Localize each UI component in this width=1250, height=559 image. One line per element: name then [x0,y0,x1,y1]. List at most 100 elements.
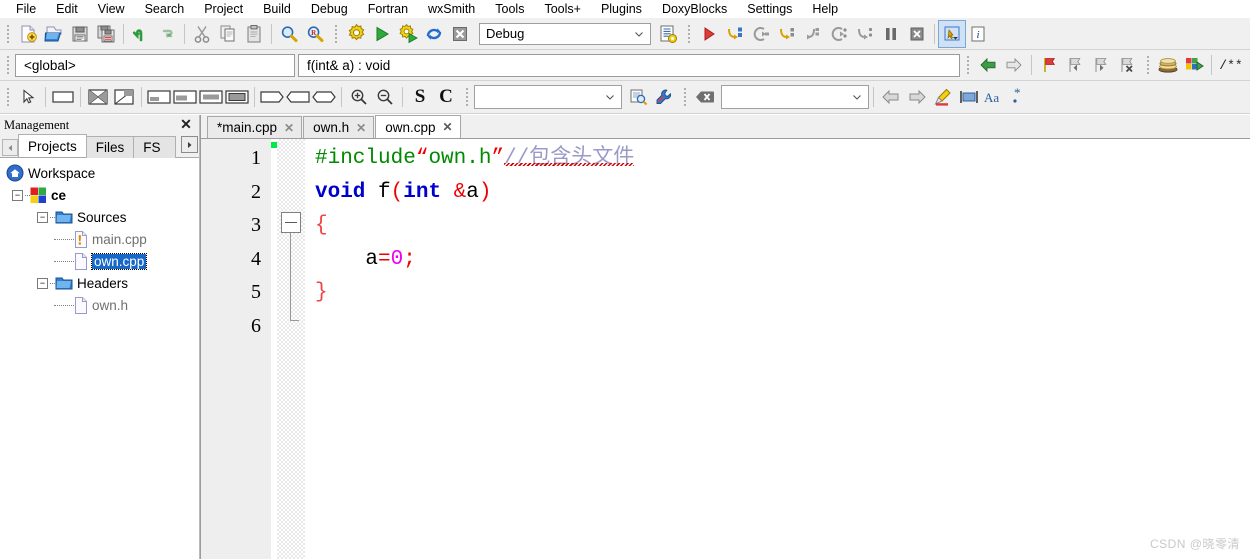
next-line-icon[interactable] [748,21,774,47]
tab-projects[interactable]: Projects [18,134,87,157]
pointer-icon[interactable] [15,84,41,110]
project-tree[interactable]: Workspace − ce − Sources main.cpp own.cp… [0,158,199,559]
code-completion-combo[interactable] [474,85,622,109]
menu-wxsmith[interactable]: wxSmith [418,0,485,18]
editor-tab-own-h[interactable]: own.h ✕ [303,116,375,138]
expander-minus-icon[interactable]: − [37,211,48,223]
close-icon[interactable]: ✕ [443,120,453,134]
next-bookmark-icon[interactable] [1088,52,1114,78]
tree-item-workspace[interactable]: Workspace [2,162,199,184]
expander-minus-icon[interactable]: − [37,277,48,289]
code-text[interactable]: #include“own.h”//包含头文件 void f(int &a){ a=… [305,139,1250,559]
browse-back-icon[interactable] [975,52,1001,78]
editor-tab-main-cpp[interactable]: *main.cpp ✕ [207,116,303,138]
align-fill-icon[interactable] [224,84,250,110]
run-to-cursor-icon[interactable] [722,21,748,47]
toolbar-grip[interactable] [963,54,972,76]
fold-collapse-icon[interactable] [281,212,301,233]
step-out-icon[interactable] [800,21,826,47]
menu-file[interactable]: File [6,0,46,18]
toolbar-grip[interactable] [680,86,689,108]
editor-tab-own-cpp[interactable]: own.cpp ✕ [375,115,461,138]
split-layout-icon[interactable] [85,84,111,110]
debugging-windows-icon[interactable] [938,19,966,48]
tab-fs[interactable]: FS [133,136,176,158]
tree-item-file-own-cpp[interactable]: own.cpp [2,250,199,272]
save-icon[interactable] [67,21,93,47]
replace-icon[interactable]: R [302,21,328,47]
tree-item-folder-headers[interactable]: − Headers [2,272,199,294]
toolbar-grip[interactable] [331,23,340,45]
toolbar-grip[interactable] [3,86,12,108]
menu-debug[interactable]: Debug [301,0,358,18]
abort-icon[interactable] [447,21,473,47]
expander-minus-icon[interactable]: − [12,189,23,201]
sizer-s-icon[interactable]: S [407,84,433,110]
save-all-icon[interactable] [93,21,119,47]
menu-fortran[interactable]: Fortran [358,0,418,18]
incremental-search-input[interactable] [721,85,869,109]
menu-tools[interactable]: Tools [485,0,534,18]
menu-project[interactable]: Project [194,0,253,18]
redo-icon[interactable] [154,21,180,47]
function-combo[interactable]: f(int& a) : void [298,53,960,77]
tree-item-file-main-cpp[interactable]: main.cpp [2,228,199,250]
grid-layout-icon[interactable] [111,84,137,110]
menu-build[interactable]: Build [253,0,301,18]
toggle-bookmark-icon[interactable] [1036,52,1062,78]
run-icon[interactable] [369,21,395,47]
new-file-icon[interactable] [15,21,41,47]
paste-icon[interactable] [241,21,267,47]
build-and-run-icon[interactable] [395,21,421,47]
scope-combo[interactable]: <global> [15,53,295,77]
debug-continue-icon[interactable] [696,21,722,47]
toolbar-grip[interactable] [684,23,693,45]
code-editor[interactable]: 1 2 3 4 5 6 #include“own.h”//包含头文件 void f… [201,139,1250,559]
expand-right-icon[interactable] [259,84,285,110]
menu-doxyblocks[interactable]: DoxyBlocks [652,0,737,18]
tree-item-project[interactable]: − ce [2,184,199,206]
cut-icon[interactable] [189,21,215,47]
stop-debugger-icon[interactable] [904,21,930,47]
zoom-out-icon[interactable] [372,84,398,110]
tab-scroll-left-icon[interactable] [2,139,18,156]
menu-tools-plus[interactable]: Tools+ [534,0,590,18]
zoom-in-icon[interactable] [346,84,372,110]
regex-icon[interactable]: * [1008,84,1034,110]
whole-word-icon[interactable] [956,84,982,110]
run-doxyblocks-icon[interactable] [1181,52,1207,78]
panel-icon[interactable] [50,84,76,110]
menu-view[interactable]: View [88,0,135,18]
toolbar-grip[interactable] [1143,54,1152,76]
highlight-all-icon[interactable] [930,84,956,110]
expand-both-icon[interactable] [311,84,337,110]
align-left-icon[interactable] [172,84,198,110]
toolbar-grip[interactable] [462,86,471,108]
code-refactor-icon[interactable] [625,84,651,110]
clear-bookmarks-icon[interactable] [1114,52,1140,78]
break-debugger-icon[interactable] [878,21,904,47]
build-target-combo[interactable]: Debug [479,22,651,45]
menu-plugins[interactable]: Plugins [591,0,652,18]
next-instruction-icon[interactable] [826,21,852,47]
toolbar-grip[interactable] [3,54,12,76]
rebuild-icon[interactable] [421,21,447,47]
previous-bookmark-icon[interactable] [1062,52,1088,78]
tree-item-folder-sources[interactable]: − Sources [2,206,199,228]
close-icon[interactable]: ✕ [356,121,366,135]
doxy-comment-icon[interactable]: /** [1216,52,1246,78]
sizer-c-icon[interactable]: C [433,84,459,110]
clear-search-icon[interactable] [692,84,718,110]
various-info-icon[interactable]: i [965,21,991,47]
align-center-icon[interactable] [198,84,224,110]
match-case-icon[interactable]: Aa [982,84,1008,110]
menu-settings[interactable]: Settings [737,0,802,18]
tab-files[interactable]: Files [85,136,135,158]
tree-item-file-own-h[interactable]: own.h [2,294,199,316]
build-targets-icon[interactable] [655,21,681,47]
menu-edit[interactable]: Edit [46,0,88,18]
copy-icon[interactable] [215,21,241,47]
menu-help[interactable]: Help [802,0,848,18]
step-into-icon[interactable] [774,21,800,47]
code-tools-icon[interactable] [651,84,677,110]
